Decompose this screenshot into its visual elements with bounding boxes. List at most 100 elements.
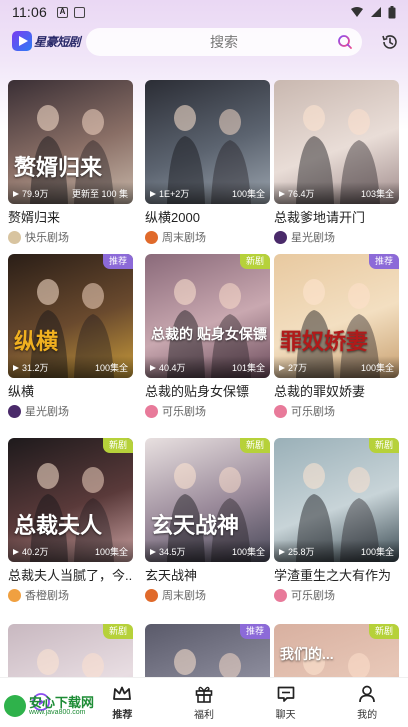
studio-avatar: [274, 404, 287, 418]
poster-title-art: 纵横: [14, 329, 59, 354]
episode-count: 更新至 100 集: [71, 189, 128, 199]
drama-poster[interactable]: 总裁夫人 40.2万 100集全 新剧: [8, 438, 133, 562]
studio-row[interactable]: 星光剧场: [8, 403, 133, 419]
studio-avatar: [145, 404, 158, 418]
chat-icon: [277, 686, 294, 702]
studio-avatar: [8, 230, 21, 244]
episode-count: 100集全: [94, 363, 128, 373]
drama-poster[interactable]: 纵横 31.2万 100集全 推荐: [8, 254, 133, 378]
studio-avatar: [145, 230, 158, 244]
search-input[interactable]: 搜索: [86, 28, 362, 56]
studio-row[interactable]: 香橙剧场: [8, 587, 133, 603]
studio-name: 可乐剧场: [291, 406, 335, 418]
drama-card[interactable]: 25.8万 100集全 新剧学渣重生之大有作为 可乐剧场: [274, 438, 399, 603]
recommend-badge: 推荐: [239, 624, 270, 639]
history-icon[interactable]: [381, 33, 399, 51]
drama-title[interactable]: 总裁夫人当腻了，今...: [8, 568, 133, 584]
drama-title[interactable]: 总裁的贴身女保镖: [145, 384, 270, 400]
drama-card[interactable]: 总裁夫人 40.2万 100集全 新剧 总裁夫人当腻了，今... 香橙剧场: [8, 438, 133, 603]
episode-count: 100集全: [231, 189, 265, 199]
drama-poster[interactable]: 76.4万 103集全: [274, 80, 399, 204]
new-badge: 新剧: [239, 438, 270, 453]
poster-title-art: 总裁夫人: [14, 513, 103, 538]
notification-square-icon: [74, 6, 85, 18]
drama-title[interactable]: 纵横2000: [145, 210, 270, 226]
drama-card[interactable]: 玄天战神 34.5万 100集全 新剧 玄天战神 周末剧场: [145, 438, 270, 603]
play-count: 34.5万: [150, 545, 186, 558]
drama-poster[interactable]: 赘婿归来 79.9万 更新至 100 集: [8, 80, 133, 204]
poster-title-art: 我们的...: [280, 646, 334, 662]
logo-text: 星豪短剧: [34, 34, 81, 49]
status-bar: 11:06 A: [0, 0, 408, 24]
watermark-icon: [4, 695, 26, 717]
studio-name: 周末剧场: [162, 232, 206, 244]
drama-card[interactable]: 总裁的 贴身女保镖 40.4万 101集全 新剧 总裁的贴身女保镖 可乐剧场: [145, 254, 270, 419]
studio-name: 香橙剧场: [25, 590, 69, 602]
play-count: 27万: [279, 361, 307, 374]
wifi-icon: [351, 7, 363, 17]
watermark-logo: 安心下载网 www.java800.com: [4, 695, 94, 717]
drama-poster[interactable]: 玄天战神 34.5万 100集全 新剧: [145, 438, 270, 562]
logo-play-icon: [12, 31, 32, 51]
episode-count: 101集全: [231, 363, 265, 373]
drama-card[interactable]: 76.4万 103集全总裁爹地请开门 星光剧场: [274, 80, 399, 245]
header: 星豪短剧 搜索: [0, 27, 408, 57]
recommend-badge: 推荐: [368, 254, 399, 269]
episode-count: 100集全: [360, 547, 394, 557]
play-count: 40.4万: [150, 361, 186, 374]
tab-label: 福利: [193, 710, 214, 721]
studio-avatar: [274, 588, 287, 602]
studio-row[interactable]: 快乐剧场: [8, 229, 133, 245]
drama-title[interactable]: 学渣重生之大有作为: [274, 568, 399, 584]
crown-icon: [113, 686, 132, 700]
drama-title[interactable]: 纵横: [8, 384, 133, 400]
play-count: 40.2万: [13, 545, 49, 558]
drama-poster[interactable]: 25.8万 100集全 新剧: [274, 438, 399, 562]
studio-row[interactable]: 星光剧场: [274, 229, 399, 245]
drama-title[interactable]: 赘婿归来: [8, 210, 133, 226]
gift-icon: [195, 686, 213, 703]
play-count: 25.8万: [279, 545, 315, 558]
drama-card[interactable]: 1E+2万 100集全纵横2000 周末剧场: [145, 80, 270, 245]
drama-title[interactable]: 总裁爹地请开门: [274, 210, 399, 226]
search-icon[interactable]: [337, 34, 353, 50]
search-placeholder: 搜索: [210, 34, 238, 50]
tab-label: 推荐: [112, 710, 133, 721]
studio-avatar: [145, 588, 158, 602]
drama-poster[interactable]: 罪奴娇妻 27万 100集全 推荐: [274, 254, 399, 378]
drama-card[interactable]: 罪奴娇妻 27万 100集全 推荐总裁的罪奴娇妻可乐剧场: [274, 254, 399, 419]
poster-title-art: 玄天战神: [151, 513, 240, 538]
play-count: 1E+2万: [150, 187, 189, 200]
studio-avatar: [8, 404, 21, 418]
status-time: 11:06: [12, 4, 47, 20]
new-badge: 新剧: [102, 624, 133, 639]
tab-label: 聊天: [275, 710, 296, 721]
drama-poster[interactable]: 1E+2万 100集全: [145, 80, 270, 204]
notification-a-icon: A: [57, 6, 68, 18]
tab-profile[interactable]: 我的: [326, 678, 408, 727]
poster-title-art: 赘婿归来: [14, 155, 103, 180]
drama-card[interactable]: 赘婿归来 79.9万 更新至 100 集赘婿归来 快乐剧场: [8, 80, 133, 245]
recommend-badge: 推荐: [102, 254, 133, 269]
studio-row[interactable]: 可乐剧场: [274, 403, 399, 419]
studio-row[interactable]: 周末剧场: [145, 587, 270, 603]
episode-count: 103集全: [360, 189, 394, 199]
studio-avatar: [8, 588, 21, 602]
tab-welfare[interactable]: 福利: [163, 678, 245, 727]
user-icon: [359, 685, 376, 703]
drama-title[interactable]: 玄天战神: [145, 568, 270, 584]
new-badge: 新剧: [368, 438, 399, 453]
drama-title[interactable]: 总裁的罪奴娇妻: [274, 384, 399, 400]
studio-row[interactable]: 可乐剧场: [274, 587, 399, 603]
drama-card[interactable]: 纵横 31.2万 100集全 推荐 纵横 星光剧场: [8, 254, 133, 419]
studio-name: 周末剧场: [162, 590, 206, 602]
studio-row[interactable]: 周末剧场: [145, 229, 270, 245]
tab-chat[interactable]: 聊天: [245, 678, 327, 727]
drama-poster[interactable]: 总裁的 贴身女保镖 40.4万 101集全 新剧: [145, 254, 270, 378]
signal-icon: [371, 7, 381, 17]
app-logo[interactable]: 星豪短剧: [12, 31, 81, 51]
play-count: 76.4万: [279, 187, 315, 200]
new-badge: 新剧: [368, 624, 399, 639]
poster-title-art: 总裁的 贴身女保镖: [151, 326, 267, 342]
studio-row[interactable]: 可乐剧场: [145, 403, 270, 419]
